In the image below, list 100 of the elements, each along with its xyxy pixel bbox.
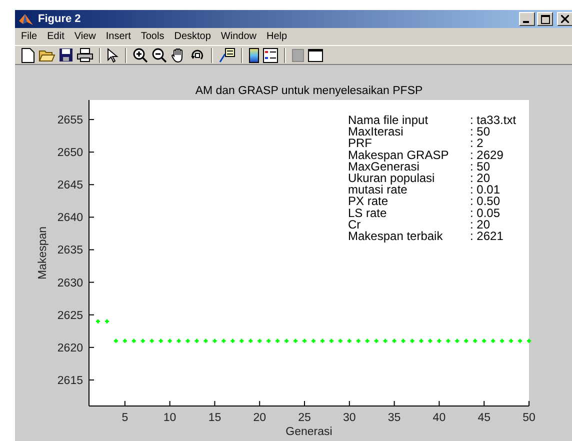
info-label: Makespan terbaik <box>348 229 443 243</box>
x-tick-label: 25 <box>298 412 311 424</box>
data-point <box>517 338 523 344</box>
y-tick-label: 2635 <box>57 244 83 257</box>
data-point <box>284 338 290 344</box>
menu-item[interactable]: Insert <box>102 31 137 42</box>
data-point <box>481 338 487 344</box>
panel-icon <box>292 48 304 62</box>
data-point <box>256 338 262 344</box>
x-tick-label: 20 <box>253 412 266 424</box>
data-point <box>131 338 137 344</box>
y-tick-label: 2620 <box>57 342 83 354</box>
y-tick-label: 2645 <box>57 180 83 192</box>
data-point <box>499 338 505 344</box>
data-point <box>238 338 244 344</box>
chart-title: AM dan GRASP untuk menyelesaikan PFSP <box>195 85 423 97</box>
data-point <box>184 338 191 344</box>
data-point <box>445 338 451 344</box>
close-button[interactable] <box>557 12 572 26</box>
data-point <box>176 338 182 344</box>
info-label: Nama file input <box>348 113 428 127</box>
maximize-icon <box>540 14 550 24</box>
document-icon <box>21 48 35 62</box>
data-point <box>194 338 200 344</box>
new-file-button[interactable] <box>20 48 36 62</box>
data-point <box>338 338 344 344</box>
minimize-button[interactable] <box>519 12 535 26</box>
data-point <box>436 338 442 344</box>
zoom-out-button[interactable] <box>151 48 168 62</box>
data-cursor-icon <box>219 48 235 62</box>
app-icon <box>18 12 34 26</box>
menu-item[interactable]: Tools <box>136 31 170 42</box>
legend-button[interactable] <box>262 48 279 62</box>
x-tick-label: 30 <box>343 412 356 424</box>
menu-item[interactable]: Window <box>216 31 262 42</box>
data-point <box>167 338 173 344</box>
y-tick-label: 2640 <box>57 212 83 224</box>
info-value: : 2629 <box>470 148 504 162</box>
info-label: PRF <box>348 136 372 150</box>
data-point <box>212 338 218 344</box>
data-point <box>266 338 272 344</box>
x-tick-label: 40 <box>432 412 446 424</box>
info-value: : 20 <box>470 171 490 185</box>
data-point <box>292 338 298 344</box>
save-button[interactable] <box>58 48 74 62</box>
data-point <box>472 338 478 344</box>
data-point <box>526 338 532 344</box>
data-point <box>392 338 398 344</box>
data-point <box>490 338 496 344</box>
info-value: : 0.50 <box>470 194 500 208</box>
zoom-in-icon <box>133 48 148 62</box>
x-tick-label: 15 <box>208 412 222 424</box>
zoom-in-button[interactable] <box>132 48 149 62</box>
info-label: LS rate <box>348 206 387 220</box>
data-point <box>356 338 362 344</box>
x-tick-label: 5 <box>122 412 128 424</box>
data-point <box>364 338 370 344</box>
pointer-icon <box>107 48 119 62</box>
data-point <box>418 338 424 344</box>
open-button[interactable] <box>38 48 56 62</box>
legend-icon <box>263 48 278 62</box>
data-point <box>400 338 406 344</box>
menu-item[interactable]: File <box>17 31 44 42</box>
info-value: : 50 <box>470 124 490 139</box>
y-tick-label: 2625 <box>57 310 83 322</box>
menu-item[interactable]: Help <box>262 31 294 42</box>
data-cursor-button[interactable] <box>218 48 236 62</box>
colorbar-button[interactable] <box>248 48 260 62</box>
y-tick-label: 2630 <box>57 277 83 290</box>
data-point <box>310 338 316 344</box>
data-point <box>248 338 254 344</box>
menu-item[interactable]: Desktop <box>170 31 217 42</box>
data-point <box>140 338 146 344</box>
info-value: : 2 <box>470 136 484 150</box>
menu-item[interactable]: Edit <box>43 31 70 42</box>
data-point <box>463 338 469 344</box>
maximize-button[interactable] <box>537 12 553 26</box>
info-value: : 50 <box>470 159 490 174</box>
x-tick-label: 45 <box>478 412 490 424</box>
x-axis-label: Generasi <box>286 426 332 438</box>
data-point <box>104 318 110 324</box>
y-axis-label: Makespan <box>37 226 49 280</box>
data-point <box>328 338 334 344</box>
data-point <box>382 338 388 344</box>
print-button[interactable] <box>76 48 94 62</box>
info-label: Makespan GRASP <box>348 148 449 162</box>
data-point <box>454 338 460 344</box>
info-value: : 2621 <box>470 229 504 243</box>
info-value: : 0.05 <box>470 206 500 220</box>
info-label: PX rate <box>348 194 388 208</box>
pointer-button[interactable] <box>106 48 120 62</box>
info-value: : 20 <box>470 217 490 232</box>
close-icon <box>561 15 569 23</box>
show-plot-tools-button[interactable] <box>307 48 324 62</box>
info-value: : ta33.txt <box>470 113 516 127</box>
menu-item[interactable]: View <box>70 31 102 42</box>
data-point <box>409 338 416 344</box>
data-point <box>346 338 352 344</box>
y-tick-label: 2615 <box>57 374 83 387</box>
window-title: Figure 2 <box>38 13 81 25</box>
